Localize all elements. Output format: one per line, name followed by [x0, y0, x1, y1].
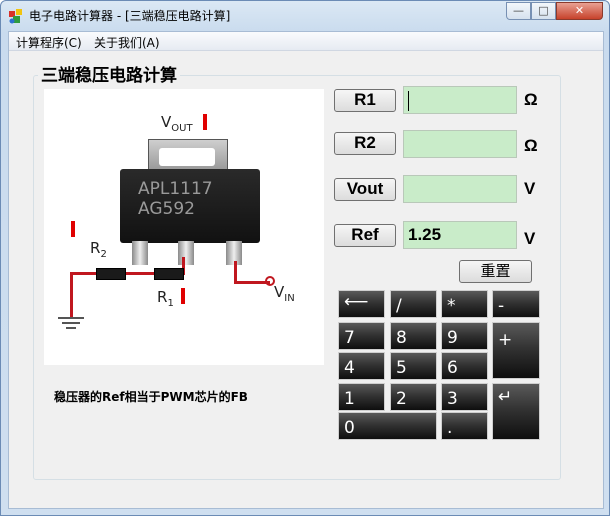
- key-dot[interactable]: .: [441, 412, 488, 440]
- resistor-r2: [96, 268, 126, 280]
- vout-unit: V: [524, 179, 536, 198]
- r1-unit: Ω: [524, 90, 538, 109]
- menu-bar: 计算程序(C) 关于我们(A): [9, 32, 603, 51]
- ground-line2: [62, 322, 80, 324]
- key-plus[interactable]: +: [492, 322, 540, 379]
- key-enter[interactable]: ↵: [492, 383, 540, 440]
- key-8[interactable]: 8: [390, 322, 437, 350]
- r2-button[interactable]: R2: [334, 132, 396, 155]
- key-1[interactable]: 1: [338, 383, 385, 411]
- group-title: 三端稳压电路计算: [38, 61, 180, 86]
- vout-button[interactable]: Vout: [334, 178, 396, 201]
- key-minus[interactable]: -: [492, 290, 540, 318]
- window-title: 电子电路计算器 - [三端稳压电路计算]: [29, 9, 231, 23]
- left-marker: [71, 221, 75, 237]
- title-bar[interactable]: 电子电路计算器 - [三端稳压电路计算] — □ ✕: [1, 1, 609, 31]
- text-caret: [408, 90, 409, 111]
- ref-field[interactable]: 1.25: [403, 221, 517, 249]
- r1-label: R1: [157, 288, 174, 309]
- ground-line3: [66, 327, 76, 329]
- chip-marking-line2: AG592: [138, 199, 195, 219]
- key-4[interactable]: 4: [338, 352, 385, 380]
- r2-field[interactable]: [403, 130, 517, 158]
- vin-label: VIN: [274, 283, 295, 304]
- circuit-diagram: APL1117 AG592 VOUT R2 R1 VIN: [44, 89, 324, 365]
- chip-pin-left: [132, 241, 148, 265]
- reset-button[interactable]: 重置: [459, 260, 532, 283]
- vout-label: VOUT: [161, 113, 193, 134]
- maximize-button[interactable]: □: [531, 2, 556, 20]
- ref-unit: V: [524, 229, 536, 248]
- wire-vin-down: [234, 261, 237, 283]
- ground-symbol: [58, 317, 84, 319]
- minimize-button[interactable]: —: [506, 2, 531, 20]
- key-7[interactable]: 7: [338, 322, 385, 350]
- r2-label: R2: [90, 239, 107, 260]
- key-backspace[interactable]: ⟵: [338, 290, 385, 318]
- key-multiply[interactable]: *: [441, 290, 488, 318]
- menu-calc-programs[interactable]: 计算程序(C): [16, 34, 82, 51]
- ref-button[interactable]: Ref: [334, 224, 396, 247]
- menu-about[interactable]: 关于我们(A): [94, 34, 160, 51]
- resistor-r1: [154, 268, 184, 280]
- r2-unit: Ω: [524, 136, 538, 155]
- r1-field[interactable]: [403, 86, 517, 114]
- key-2[interactable]: 2: [390, 383, 437, 411]
- r1-button[interactable]: R1: [334, 89, 396, 112]
- ref-note: 稳压器的Ref相当于PWM芯片的FB: [54, 390, 248, 404]
- wire-ground: [70, 272, 73, 317]
- app-window: 电子电路计算器 - [三端稳压电路计算] — □ ✕ 计算程序(C) 关于我们(…: [0, 0, 610, 516]
- key-6[interactable]: 6: [441, 352, 488, 380]
- key-9[interactable]: 9: [441, 322, 488, 350]
- chip-pin-middle: [178, 241, 194, 265]
- key-3[interactable]: 3: [441, 383, 488, 411]
- r1-marker: [181, 288, 185, 304]
- key-divide[interactable]: /: [390, 290, 437, 318]
- close-button[interactable]: ✕: [556, 2, 603, 20]
- app-icon: [9, 9, 22, 24]
- chip-marking-line1: APL1117: [138, 179, 213, 199]
- vout-field[interactable]: [403, 175, 517, 203]
- vout-marker: [203, 114, 207, 130]
- key-5[interactable]: 5: [390, 352, 437, 380]
- key-0[interactable]: 0: [338, 412, 437, 440]
